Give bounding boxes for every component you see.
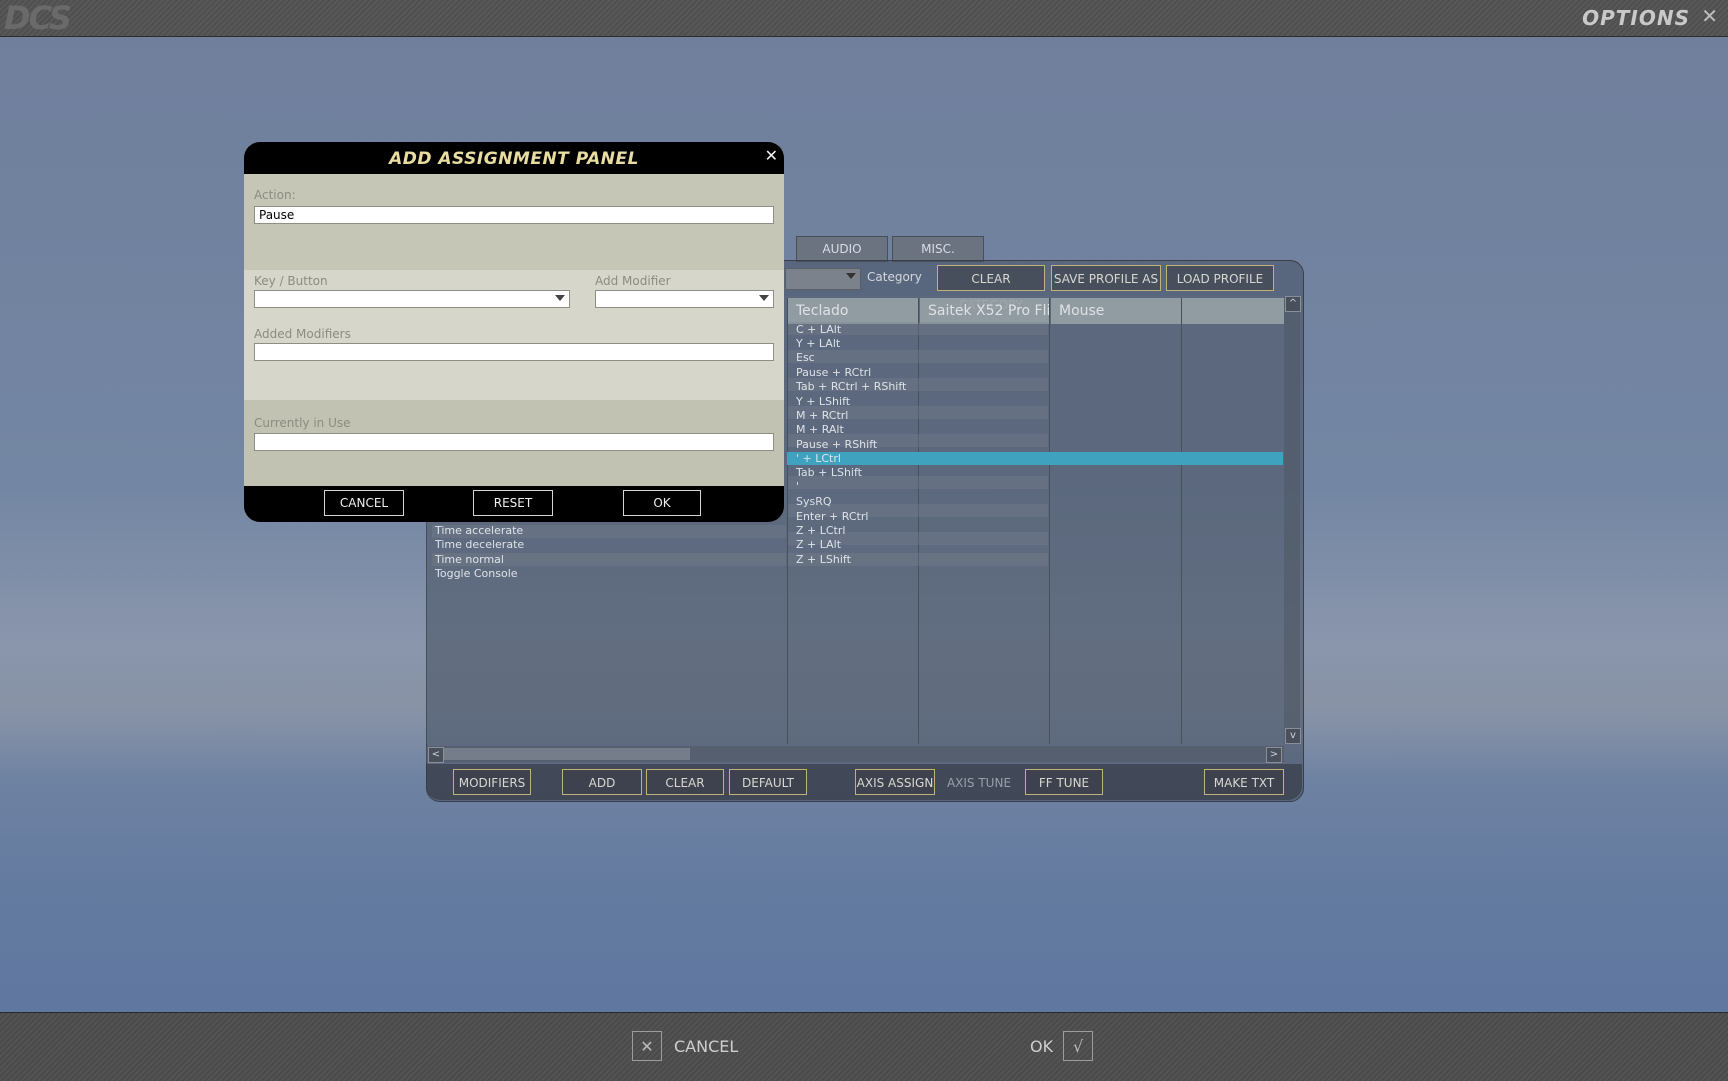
footer-cancel-button[interactable]: ✕ CANCEL — [632, 1031, 738, 1061]
cancel-icon: ✕ — [632, 1031, 662, 1061]
currently-in-use-field — [254, 433, 774, 451]
binding-cell[interactable]: Pause + RCtrl — [796, 366, 871, 379]
category-select[interactable] — [785, 268, 861, 290]
binding-cell[interactable]: Y + LAlt — [796, 337, 840, 350]
axis-tune-button[interactable]: AXIS TUNE — [940, 769, 1018, 795]
key-section: Key / Button Add Modifier Added Modifier… — [244, 270, 784, 400]
chevron-down-icon — [759, 295, 769, 301]
binding-cell[interactable]: C + LAlt — [796, 323, 841, 336]
clear-button[interactable]: CLEAR — [646, 769, 724, 795]
ok-button[interactable]: OK — [623, 490, 701, 516]
load-profile-button[interactable]: LOAD PROFILE — [1166, 265, 1274, 291]
binding-cell[interactable]: Pause + RShift — [796, 438, 877, 451]
checkmark-icon: √ — [1063, 1031, 1094, 1061]
binding-cell[interactable]: Tab + LShift — [796, 466, 862, 479]
binding-cell[interactable]: SysRQ — [796, 495, 832, 508]
scroll-up-icon[interactable]: ^ — [1285, 296, 1301, 312]
vertical-scrollbar[interactable] — [1284, 296, 1300, 744]
page-title: OPTIONS — [1582, 6, 1690, 30]
add-button[interactable]: ADD — [562, 769, 642, 795]
selected-row[interactable] — [787, 452, 1283, 465]
action-cell[interactable]: Time decelerate — [435, 538, 524, 551]
tab-audio[interactable]: AUDIO — [796, 236, 888, 262]
dialog-title: ADD ASSIGNMENT PANEL — [389, 149, 639, 169]
close-icon[interactable]: ✕ — [1701, 4, 1718, 28]
add-modifier-label: Add Modifier — [595, 274, 671, 288]
binding-cell[interactable]: Esc — [796, 351, 815, 364]
binding-cell[interactable]: Z + LShift — [796, 553, 851, 566]
binding-cell[interactable]: Z + LAlt — [796, 538, 841, 551]
action-label: Action: — [254, 188, 296, 202]
modifiers-button[interactable]: MODIFIERS — [453, 769, 531, 795]
scroll-right-icon[interactable]: > — [1266, 747, 1282, 763]
binding-cell[interactable]: Z + LCtrl — [796, 524, 845, 537]
added-modifiers-label: Added Modifiers — [254, 327, 351, 341]
column-header-mouse[interactable]: Mouse — [1051, 298, 1284, 324]
chevron-down-icon — [846, 273, 856, 279]
column-divider — [1181, 298, 1182, 744]
clear-category-button[interactable]: CLEAR CATEGORY — [937, 265, 1045, 312]
binding-cell[interactable]: M + RCtrl — [796, 409, 848, 422]
binding-cell[interactable]: ' — [796, 480, 799, 493]
add-assignment-dialog: ADD ASSIGNMENT PANEL ✕ Action: Pause Key… — [244, 142, 784, 522]
add-modifier-combo[interactable] — [595, 290, 774, 308]
reset-button[interactable]: RESET — [473, 490, 553, 516]
scrollbar-thumb[interactable] — [444, 748, 690, 760]
column-divider — [787, 298, 788, 744]
currently-in-use-label: Currently in Use — [254, 416, 351, 430]
column-header-keyboard[interactable]: Teclado — [788, 298, 918, 324]
column-divider — [918, 298, 919, 744]
action-cell[interactable]: Time accelerate — [435, 524, 523, 537]
column-divider — [1049, 298, 1050, 744]
make-txt-button[interactable]: MAKE TXT — [1204, 769, 1284, 795]
dialog-body: Action: Pause Key / Button Add Modifier … — [244, 174, 784, 486]
footer-ok-button[interactable]: OK √ — [1030, 1031, 1094, 1061]
tab-misc[interactable]: MISC. — [892, 236, 984, 262]
binding-cell[interactable]: Tab + RCtrl + RShift — [796, 380, 906, 393]
added-modifiers-field[interactable] — [254, 343, 774, 361]
table-row — [788, 350, 1048, 363]
key-button-combo[interactable] — [254, 290, 570, 308]
close-icon[interactable]: ✕ — [765, 146, 778, 165]
cancel-button[interactable]: CANCEL — [324, 490, 404, 516]
key-button-label: Key / Button — [254, 274, 328, 288]
footer-cancel-label: CANCEL — [674, 1036, 739, 1056]
chevron-down-icon — [555, 295, 565, 301]
save-profile-as-button[interactable]: SAVE PROFILE AS — [1051, 265, 1161, 291]
category-label: Category — [867, 270, 922, 284]
default-button[interactable]: DEFAULT — [729, 769, 807, 795]
binding-cell[interactable]: Y + LShift — [796, 395, 850, 408]
binding-cell[interactable]: ' + LCtrl — [796, 452, 841, 465]
scroll-left-icon[interactable]: < — [428, 747, 444, 763]
scroll-down-icon[interactable]: v — [1285, 728, 1301, 744]
action-cell[interactable]: Toggle Console — [435, 567, 518, 580]
in-use-section: Currently in Use — [244, 400, 784, 486]
action-section: Action: Pause — [244, 174, 784, 270]
footer-ok-label: OK — [1030, 1036, 1054, 1056]
axis-assign-button[interactable]: AXIS ASSIGN — [855, 769, 935, 795]
binding-cell[interactable]: Enter + RCtrl — [796, 510, 868, 523]
dcs-logo: DCS — [4, 0, 72, 37]
action-cell[interactable]: Time normal — [435, 553, 504, 566]
top-bar: DCS OPTIONS ✕ — [0, 0, 1728, 37]
bottom-bar: ✕ CANCEL OK √ — [0, 1012, 1728, 1081]
ff-tune-button[interactable]: FF TUNE — [1025, 769, 1103, 795]
binding-cell[interactable]: M + RAlt — [796, 423, 844, 436]
action-field[interactable]: Pause — [254, 206, 774, 224]
column-header-joystick[interactable]: Saitek X52 Pro Flig — [920, 298, 1050, 324]
